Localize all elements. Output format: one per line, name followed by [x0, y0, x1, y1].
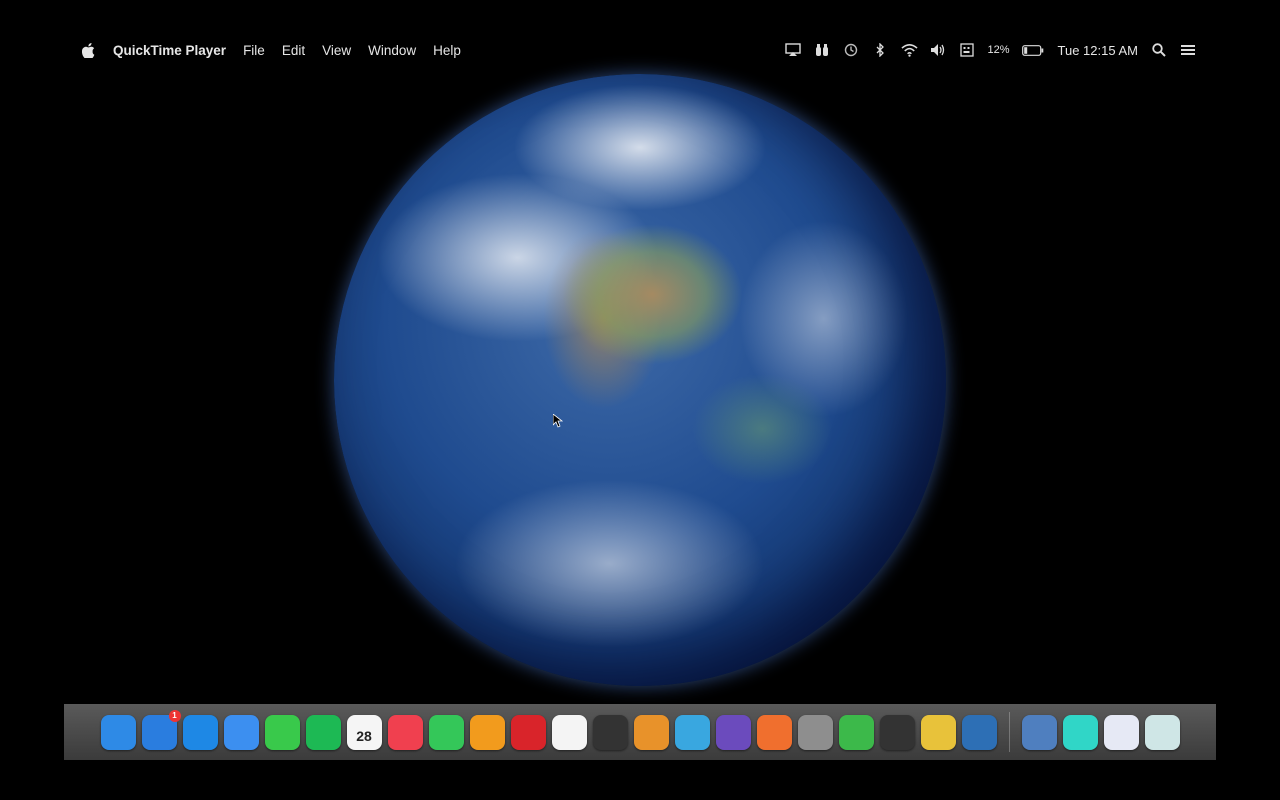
dock-garageband-icon[interactable]: [756, 714, 792, 750]
menu-file[interactable]: File: [243, 43, 265, 58]
dock-reminders-icon[interactable]: [551, 714, 587, 750]
app-name-menu[interactable]: QuickTime Player: [113, 43, 226, 58]
dock-tool-app-icon[interactable]: [920, 714, 956, 750]
wifi-icon[interactable]: [900, 42, 918, 59]
dock-trash-icon[interactable]: [1144, 714, 1180, 750]
battery-icon[interactable]: [1021, 42, 1044, 59]
desktop[interactable]: [64, 64, 1216, 704]
notification-badge: 1: [168, 709, 181, 722]
menubar-clock[interactable]: Tue 12:15 AM: [1058, 43, 1138, 58]
dock-facetime-icon[interactable]: [428, 714, 464, 750]
keyboard-icon[interactable]: [959, 42, 976, 59]
dock-mail-icon[interactable]: [223, 714, 259, 750]
airplay-icon[interactable]: [785, 42, 802, 59]
calendar-date: 28: [356, 728, 372, 744]
bluetooth-icon[interactable]: [872, 42, 889, 59]
mouse-cursor-icon: [553, 414, 563, 428]
dock-system-preferences-icon[interactable]: [797, 714, 833, 750]
time-machine-icon[interactable]: [843, 42, 860, 59]
menu-left: QuickTime Player File Edit View Window H…: [64, 42, 461, 58]
dock-clipping-tool-icon[interactable]: [1021, 714, 1057, 750]
battery-percent[interactable]: 12%: [988, 44, 1010, 56]
menu-window[interactable]: Window: [368, 43, 416, 58]
menu-help[interactable]: Help: [433, 43, 461, 58]
menu-edit[interactable]: Edit: [282, 43, 305, 58]
dock-imovie-icon[interactable]: [715, 714, 751, 750]
dock-minecraft-icon[interactable]: [838, 714, 874, 750]
dock-photo-booth-icon[interactable]: [510, 714, 546, 750]
dock-keynote-icon[interactable]: [633, 714, 669, 750]
dock-calendar-icon[interactable]: 28: [346, 714, 382, 750]
volume-icon[interactable]: [930, 42, 947, 59]
dock-safari-icon[interactable]: [182, 714, 218, 750]
earth-wallpaper: [334, 74, 946, 686]
dock-ibooks-icon[interactable]: [469, 714, 505, 750]
dock-spotify-icon[interactable]: [305, 714, 341, 750]
dock-utility-icon[interactable]: [592, 714, 628, 750]
notification-center-icon[interactable]: [1179, 42, 1196, 59]
spotlight-search-icon[interactable]: [1150, 42, 1167, 59]
status-area: 12% Tue 12:15 AM: [785, 42, 1217, 59]
binoculars-icon[interactable]: [814, 42, 831, 59]
dock: 1 28: [64, 704, 1216, 760]
dock-app-store-icon[interactable]: 1: [141, 709, 181, 750]
dock-separator: [1008, 712, 1010, 752]
dock-quicktime-icon[interactable]: [961, 714, 997, 750]
dock-preview-icon[interactable]: [674, 714, 710, 750]
dock-document-app-icon[interactable]: [1062, 714, 1098, 750]
apple-icon[interactable]: [82, 42, 96, 58]
menu-bar: QuickTime Player File Edit View Window H…: [64, 36, 1216, 64]
dock-downloads-icon[interactable]: [1103, 714, 1139, 750]
dock-finder-icon[interactable]: [100, 714, 136, 750]
dock-music-icon[interactable]: [387, 714, 423, 750]
dock-call-of-duty-icon[interactable]: [879, 714, 915, 750]
menu-view[interactable]: View: [322, 43, 351, 58]
dock-messages-icon[interactable]: [264, 714, 300, 750]
